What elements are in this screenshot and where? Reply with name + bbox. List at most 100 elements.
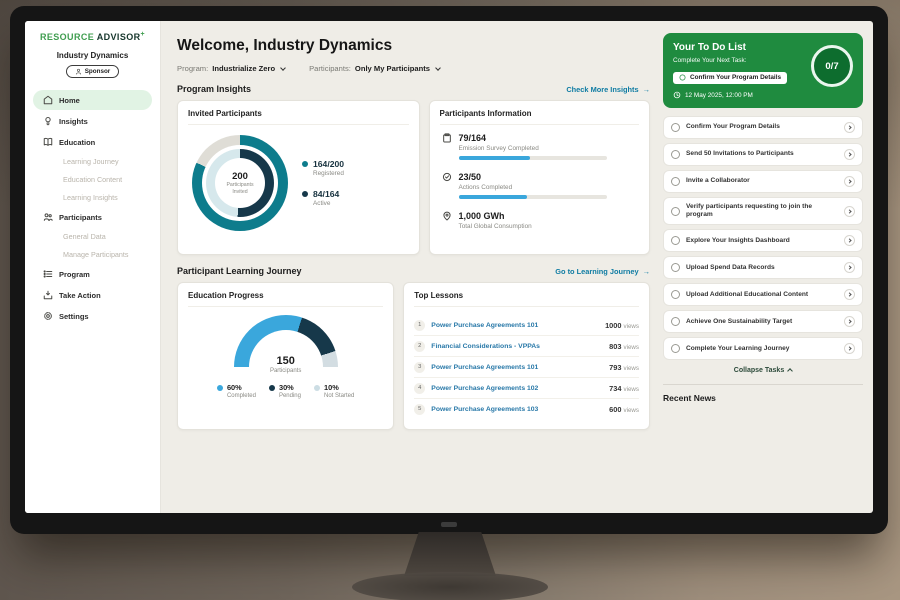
task-row[interactable]: Complete Your Learning Journey (663, 337, 863, 360)
page-title: Welcome, Industry Dynamics (177, 37, 650, 55)
program-insights-header: Program Insights Check More Insights → (177, 84, 650, 94)
task-row[interactable]: Send 50 Invitations to Participants (663, 143, 863, 166)
lesson-row: 3 Power Purchase Agreements 101 793views (414, 357, 639, 378)
legend-dot-navy (269, 385, 275, 391)
sidebar-item-label: General Data (63, 232, 106, 241)
lesson-title-link[interactable]: Financial Considerations - VPPAs (431, 343, 603, 350)
lesson-row: 2 Financial Considerations - VPPAs 803vi… (414, 336, 639, 357)
sponsor-badge-label: Sponsor (85, 68, 111, 75)
program-filter-value: Industrialize Zero (212, 64, 275, 73)
sidebar-item-label: Manage Participants (63, 250, 129, 259)
sidebar-item-program[interactable]: Program (33, 264, 152, 284)
sidebar-item-education[interactable]: Education (33, 132, 152, 152)
participants-filter[interactable]: Participants: Only My Participants (309, 64, 440, 73)
todo-progress-badge: 0/7 (811, 45, 853, 87)
sidebar-item-label: Take Action (59, 291, 101, 300)
task-checkbox[interactable] (671, 344, 680, 353)
gauge-value: 150 (234, 355, 338, 367)
sidebar-item-label: Learning Journey (63, 157, 119, 166)
stat-label: Emission Survey Completed (459, 145, 607, 152)
task-row[interactable]: Explore Your Insights Dashboard (663, 229, 863, 252)
link-label: Go to Learning Journey (555, 267, 638, 276)
task-row[interactable]: Upload Additional Educational Content (663, 283, 863, 306)
check-more-insights-link[interactable]: Check More Insights → (566, 85, 650, 94)
task-row[interactable]: Upload Spend Data Records (663, 256, 863, 279)
progress-fill (459, 195, 527, 199)
location-pin-icon (442, 211, 452, 221)
lesson-title-link[interactable]: Power Purchase Agreements 101 (431, 322, 599, 329)
sidebar-item-general-data[interactable]: General Data (33, 228, 152, 245)
circle-icon (679, 74, 686, 81)
task-go (844, 262, 855, 273)
top-lessons-card: Top Lessons 1 Power Purchase Agreements … (403, 282, 650, 430)
collapse-tasks-link[interactable]: Collapse Tasks (663, 367, 863, 374)
task-label: Upload Spend Data Records (686, 264, 838, 272)
task-go (844, 316, 855, 327)
stat-value: 1,000 GWh (459, 211, 532, 221)
legend-pending: 30% Pending (269, 383, 301, 399)
sidebar-item-label: Education Content (63, 175, 122, 184)
sponsor-badge[interactable]: Sponsor (66, 65, 120, 78)
sidebar-item-participants[interactable]: Participants (33, 207, 152, 227)
sidebar-item-learning-insights[interactable]: Learning Insights (33, 189, 152, 206)
task-checkbox[interactable] (671, 177, 680, 186)
learning-journey-title: Participant Learning Journey (177, 266, 302, 276)
stat-row-actions: 23/50 Actions Completed (442, 172, 640, 199)
arrow-right-icon: → (643, 267, 650, 276)
task-checkbox[interactable] (671, 290, 680, 299)
task-checkbox[interactable] (671, 317, 680, 326)
stat-label: Total Global Consumption (459, 223, 532, 230)
task-row[interactable]: Confirm Your Program Details (663, 116, 863, 139)
stat-row-consumption: 1,000 GWh Total Global Consumption (442, 211, 640, 234)
lesson-title-link[interactable]: Power Purchase Agreements 103 (431, 406, 603, 413)
task-label: Complete Your Learning Journey (686, 345, 838, 353)
participants-filter-label: Participants: (309, 64, 351, 73)
donut-center-label: Participants Invited (222, 182, 258, 194)
task-label: Achieve One Sustainability Target (686, 318, 838, 326)
education-progress-card: Education Progress 150 Participants (177, 282, 394, 430)
sidebar-item-take-action[interactable]: Take Action (33, 285, 152, 305)
lesson-title-link[interactable]: Power Purchase Agreements 102 (431, 385, 603, 392)
sidebar-item-insights[interactable]: Insights (33, 111, 152, 131)
task-checkbox[interactable] (671, 207, 680, 216)
task-row[interactable]: Verify participants requesting to join t… (663, 197, 863, 225)
lesson-rank: 1 (414, 320, 425, 331)
legend-dot-light (314, 385, 320, 391)
legend-label: Completed (227, 393, 256, 399)
progress-bar (459, 195, 607, 199)
sidebar-nav: Home Insights Education Learning Journey (25, 90, 160, 326)
link-label: Check More Insights (566, 85, 638, 94)
brand-plus: + (141, 31, 146, 38)
sidebar-item-settings[interactable]: Settings (33, 306, 152, 326)
legend-value: 60% (227, 383, 256, 392)
task-go (844, 343, 855, 354)
sidebar-item-home[interactable]: Home (33, 90, 152, 110)
task-row[interactable]: Invite a Collaborator (663, 170, 863, 193)
task-go (844, 289, 855, 300)
filters-row: Program: Industrialize Zero Participants… (177, 64, 650, 73)
task-checkbox[interactable] (671, 236, 680, 245)
task-row[interactable]: Achieve One Sustainability Target (663, 310, 863, 333)
chevron-right-icon (847, 209, 851, 213)
views-unit: views (624, 344, 639, 351)
task-checkbox[interactable] (671, 263, 680, 272)
sidebar-item-learning-journey[interactable]: Learning Journey (33, 153, 152, 170)
sidebar-item-education-content[interactable]: Education Content (33, 171, 152, 188)
sidebar: RESOURCE ADVISOR+ Industry Dynamics Spon… (25, 21, 161, 513)
chevron-down-icon (280, 65, 286, 71)
sidebar-item-manage-participants[interactable]: Manage Participants (33, 246, 152, 263)
task-checkbox[interactable] (671, 150, 680, 159)
task-checkbox[interactable] (671, 123, 680, 132)
program-filter[interactable]: Program: Industrialize Zero (177, 64, 285, 73)
next-task-pill[interactable]: Confirm Your Program Details (673, 72, 787, 84)
views-value: 1000 (605, 321, 621, 330)
todo-panel: Your To Do List Complete Your Next Task:… (659, 21, 873, 513)
participants-filter-value: Only My Participants (355, 64, 430, 73)
brand-secondary: ADVISOR (97, 32, 141, 42)
go-to-learning-journey-link[interactable]: Go to Learning Journey → (555, 267, 650, 276)
org-name: Industry Dynamics (25, 51, 160, 60)
task-label: Verify participants requesting to join t… (686, 203, 838, 219)
lesson-title-link[interactable]: Power Purchase Agreements 101 (431, 364, 603, 371)
clipboard-icon (442, 133, 452, 143)
legend-active: 84/164 Active (302, 189, 344, 207)
